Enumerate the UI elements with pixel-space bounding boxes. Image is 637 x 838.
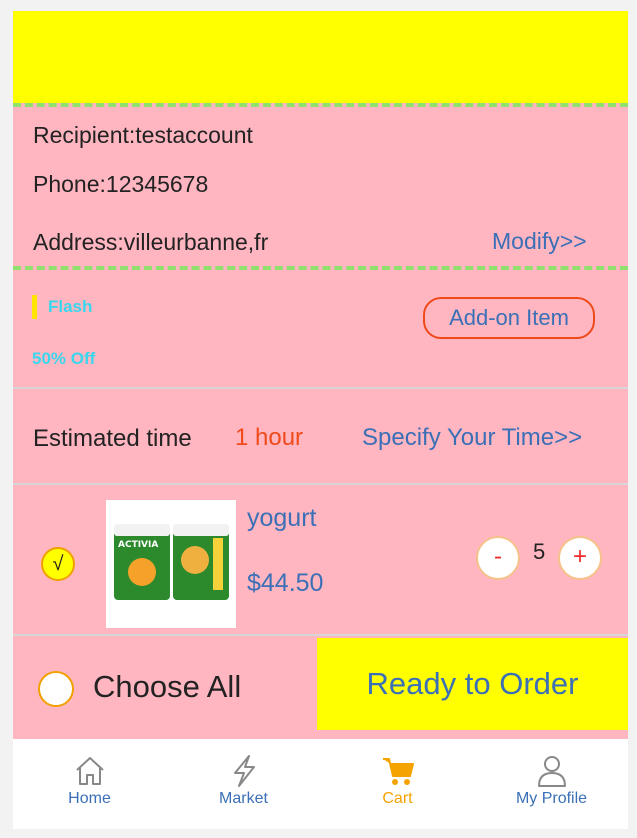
promo-discount: 50% Off <box>32 349 96 368</box>
profile-icon <box>538 756 566 787</box>
increase-quantity-button[interactable]: + <box>558 536 602 580</box>
bottom-tab-bar: Home Market Cart My Profile <box>13 739 628 829</box>
product-image[interactable]: ACTIVIA <box>106 500 236 628</box>
tab-label: Market <box>219 790 268 807</box>
divider <box>13 634 628 636</box>
tab-label: Cart <box>382 790 413 807</box>
add-on-item-button[interactable]: Add-on Item <box>423 297 595 339</box>
divider <box>13 483 628 485</box>
tab-market[interactable]: Market <box>167 739 320 829</box>
phone-line: Phone:12345678 <box>33 171 209 197</box>
tab-label: My Profile <box>515 790 588 807</box>
yogurt-cup-graphic: ACTIVIA <box>114 524 170 600</box>
estimated-time-label: Estimated time <box>33 425 192 452</box>
cart-icon <box>383 758 414 785</box>
dashed-divider-top <box>13 103 628 107</box>
lightning-icon <box>234 755 255 787</box>
tab-my-profile[interactable]: My Profile <box>475 739 628 829</box>
choose-all-label[interactable]: Choose All <box>93 669 241 705</box>
home-icon <box>76 757 104 785</box>
tab-cart[interactable]: Cart <box>321 739 474 829</box>
estimated-time-value: 1 hour <box>235 424 304 451</box>
promo-tag: Flash <box>48 297 93 316</box>
decrease-quantity-button[interactable]: - <box>476 536 520 580</box>
specify-time-link[interactable]: Specify Your Time>> <box>362 424 582 452</box>
cart-page: Recipient:testaccount Phone:12345678 Add… <box>13 11 628 829</box>
tab-home[interactable]: Home <box>13 739 166 829</box>
yogurt-cup-graphic <box>173 524 229 600</box>
product-name[interactable]: yogurt <box>247 504 316 533</box>
recipient-line: Recipient:testaccount <box>33 122 253 148</box>
flash-marker <box>32 295 37 319</box>
choose-all-checkbox[interactable] <box>38 671 74 707</box>
product-price: $44.50 <box>247 569 324 597</box>
item-checkbox[interactable]: √ <box>41 547 75 581</box>
address-line: Address:villeurbanne,fr <box>33 229 269 255</box>
divider <box>13 387 628 389</box>
modify-address-link[interactable]: Modify>> <box>492 228 587 255</box>
dashed-divider-bottom <box>13 266 628 270</box>
tab-label: Home <box>68 790 111 807</box>
ready-to-order-button[interactable]: Ready to Order <box>317 638 628 730</box>
header-bar <box>13 11 628 103</box>
quantity-value: 5 <box>533 539 546 564</box>
